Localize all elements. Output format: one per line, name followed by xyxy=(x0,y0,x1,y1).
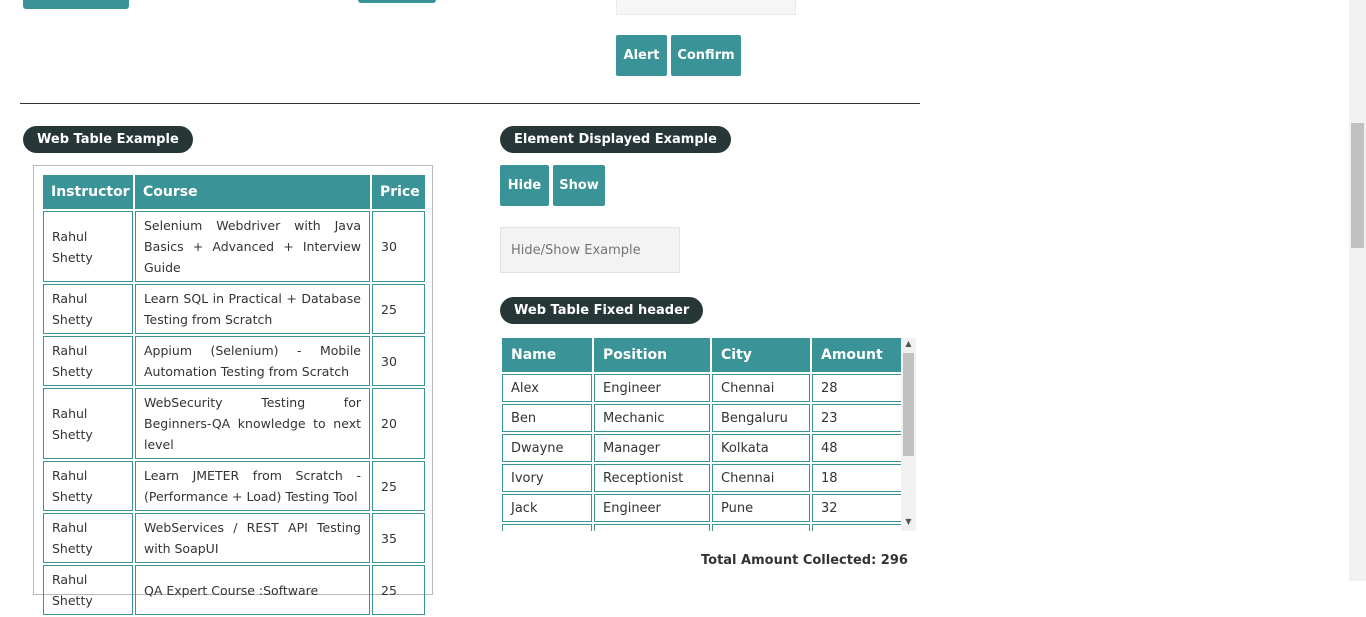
course-cell: Learn JMETER from Scratch - (Performance… xyxy=(135,461,370,511)
amount-cell: 32 xyxy=(812,494,902,522)
top-left-button-partial[interactable] xyxy=(23,0,129,9)
amount-cell xyxy=(812,524,902,531)
city-cell: Kolkata xyxy=(712,434,810,462)
price-cell: 25 xyxy=(372,284,425,334)
instructor-cell: Rahul Shetty xyxy=(43,513,133,563)
column-header-position: Position xyxy=(594,338,710,372)
table-scrollbar[interactable]: ▲ ▼ xyxy=(901,338,916,531)
table-row: Rahul Shetty Learn SQL in Practical + Da… xyxy=(43,284,425,334)
column-header-city: City xyxy=(712,338,810,372)
table-row: Rahul Shetty Learn JMETER from Scratch -… xyxy=(43,461,425,511)
table-row: Rahul Shetty WebServices / REST API Test… xyxy=(43,513,425,563)
web-table: Instructor Course Price Rahul Shetty Sel… xyxy=(41,173,427,617)
city-cell: Bengaluru xyxy=(712,404,810,432)
table-row: Dwayne Manager Kolkata 48 xyxy=(502,434,902,462)
table-row: Jack Engineer Pune 32 xyxy=(502,494,902,522)
instructor-cell: Rahul Shetty xyxy=(43,388,133,459)
name-cell: Jack xyxy=(502,494,592,522)
scroll-up-arrow-icon[interactable]: ▲ xyxy=(901,338,916,350)
city-cell: Chennai xyxy=(712,464,810,492)
table-row: Rahul Shetty QA Expert Course :Software … xyxy=(43,565,425,615)
show-button[interactable]: Show xyxy=(553,165,605,206)
page-scrollbar[interactable] xyxy=(1349,0,1366,581)
table-row: Rahul Shetty Selenium Webdriver with Jav… xyxy=(43,211,425,282)
column-header-course: Course xyxy=(135,175,370,209)
table-header-row: Name Position City Amount xyxy=(502,338,902,372)
amount-cell: 23 xyxy=(812,404,902,432)
position-cell xyxy=(594,524,710,531)
instructor-cell: Rahul Shetty xyxy=(43,336,133,386)
amount-cell: 18 xyxy=(812,464,902,492)
amount-cell: 48 xyxy=(812,434,902,462)
table-row: Ben Mechanic Bengaluru 23 xyxy=(502,404,902,432)
instructor-cell: Rahul Shetty xyxy=(43,284,133,334)
position-cell: Engineer xyxy=(594,374,710,402)
city-cell: Chennai xyxy=(712,374,810,402)
position-cell: Mechanic xyxy=(594,404,710,432)
table-row: Rahul Shetty WebSecurity Testing for Beg… xyxy=(43,388,425,459)
city-cell xyxy=(712,524,810,531)
instructor-cell: Rahul Shetty xyxy=(43,565,133,615)
amount-cell: 28 xyxy=(812,374,902,402)
hide-show-input[interactable] xyxy=(500,227,680,273)
course-cell: QA Expert Course :Software xyxy=(135,565,370,615)
column-header-instructor: Instructor xyxy=(43,175,133,209)
price-cell: 25 xyxy=(372,461,425,511)
position-cell: Manager xyxy=(594,434,710,462)
table-row: Rahul Shetty Appium (Selenium) - Mobile … xyxy=(43,336,425,386)
scroll-down-arrow-icon[interactable]: ▼ xyxy=(901,516,916,528)
table-scrollbar-thumb[interactable] xyxy=(903,353,914,456)
price-cell: 25 xyxy=(372,565,425,615)
table-header-row: Instructor Course Price xyxy=(43,175,425,209)
city-cell: Pune xyxy=(712,494,810,522)
column-header-amount: Amount xyxy=(812,338,902,372)
name-input-partial[interactable] xyxy=(616,0,796,15)
total-amount-collected: Total Amount Collected: 296 xyxy=(701,553,908,568)
table-row: Ivory Receptionist Chennai 18 xyxy=(502,464,902,492)
course-cell: Learn SQL in Practical + Database Testin… xyxy=(135,284,370,334)
name-cell xyxy=(502,524,592,531)
name-cell: Alex xyxy=(502,374,592,402)
fixed-header-heading: Web Table Fixed header xyxy=(500,297,704,324)
table-row xyxy=(502,524,902,531)
name-cell: Ben xyxy=(502,404,592,432)
fixed-header-table-container[interactable]: Name Position City Amount Alex Engineer … xyxy=(500,336,917,531)
fixed-header-table: Name Position City Amount Alex Engineer … xyxy=(500,336,904,531)
price-cell: 30 xyxy=(372,211,425,282)
top-middle-button-partial[interactable] xyxy=(358,0,436,3)
column-header-price: Price xyxy=(372,175,425,209)
price-cell: 30 xyxy=(372,336,425,386)
price-cell: 20 xyxy=(372,388,425,459)
price-cell: 35 xyxy=(372,513,425,563)
course-cell: WebSecurity Testing for Beginners-QA kno… xyxy=(135,388,370,459)
alert-button[interactable]: Alert xyxy=(616,35,667,76)
table-row: Alex Engineer Chennai 28 xyxy=(502,374,902,402)
instructor-cell: Rahul Shetty xyxy=(43,211,133,282)
web-table-heading: Web Table Example xyxy=(23,126,193,153)
course-cell: WebServices / REST API Testing with Soap… xyxy=(135,513,370,563)
column-header-name: Name xyxy=(502,338,592,372)
name-cell: Ivory xyxy=(502,464,592,492)
instructor-cell: Rahul Shetty xyxy=(43,461,133,511)
confirm-button[interactable]: Confirm xyxy=(671,35,741,76)
course-cell: Selenium Webdriver with Java Basics + Ad… xyxy=(135,211,370,282)
course-cell: Appium (Selenium) - Mobile Automation Te… xyxy=(135,336,370,386)
name-cell: Dwayne xyxy=(502,434,592,462)
position-cell: Receptionist xyxy=(594,464,710,492)
position-cell: Engineer xyxy=(594,494,710,522)
element-displayed-heading: Element Displayed Example xyxy=(500,126,731,153)
page-scrollbar-thumb[interactable] xyxy=(1351,123,1364,248)
hide-button[interactable]: Hide xyxy=(500,165,549,206)
section-divider xyxy=(20,103,920,104)
